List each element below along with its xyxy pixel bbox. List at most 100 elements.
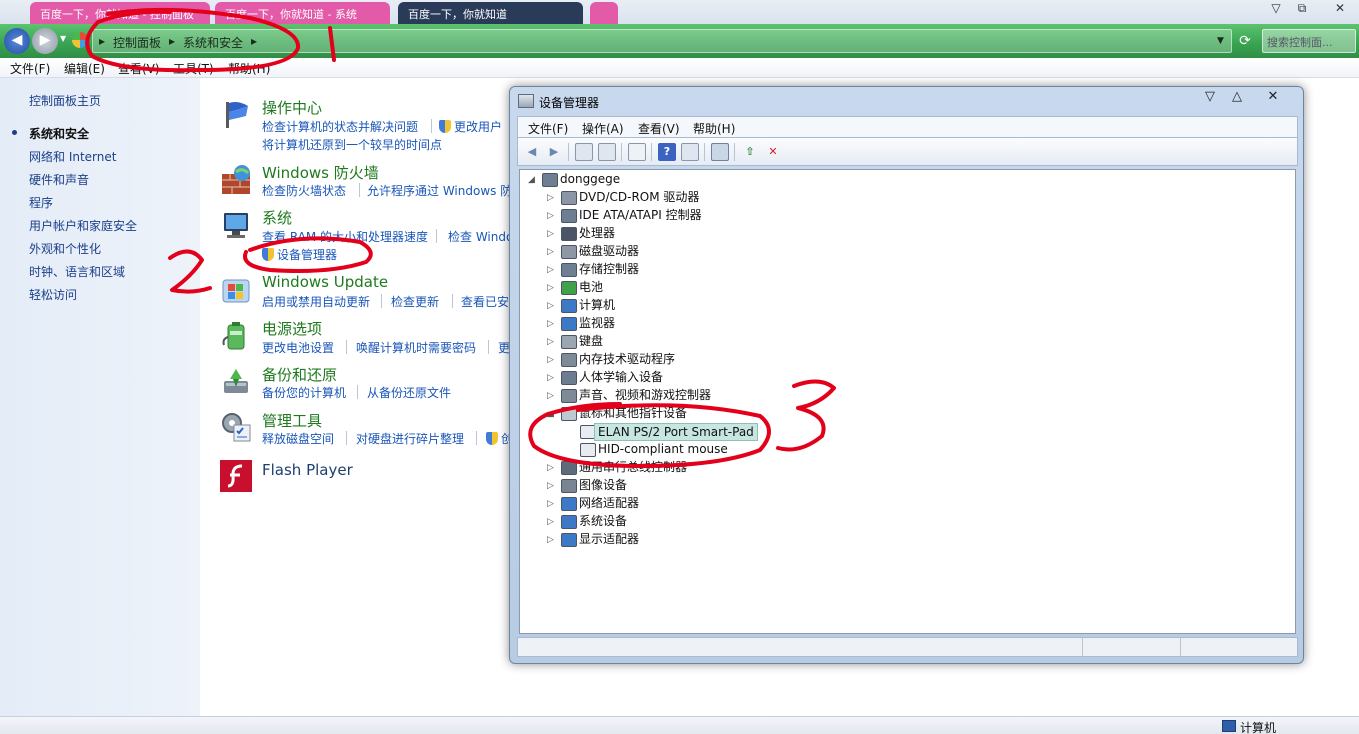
- tree-category[interactable]: 监视器: [579, 315, 615, 333]
- link-free-disk-space[interactable]: 释放磁盘空间: [262, 430, 334, 447]
- tree-root[interactable]: donggege: [560, 171, 620, 189]
- tree-expander-icon[interactable]: ▷: [547, 463, 554, 473]
- link-check-windows[interactable]: 检查 Windo: [448, 228, 513, 245]
- tree-category[interactable]: 磁盘驱动器: [579, 243, 639, 261]
- category-title-power-options[interactable]: 电源选项: [262, 318, 322, 339]
- properties-icon[interactable]: [628, 143, 646, 161]
- tree-expander-icon[interactable]: ▷: [547, 229, 554, 239]
- help-icon[interactable]: ?: [658, 143, 676, 161]
- sidebar-item-appearance[interactable]: 外观和个性化: [29, 240, 101, 257]
- category-title-flash-player[interactable]: Flash Player: [262, 461, 353, 479]
- browser-tab[interactable]: [590, 2, 618, 24]
- scan-hardware-icon[interactable]: [711, 143, 729, 161]
- show-hide-tree-icon[interactable]: [575, 143, 593, 161]
- minimize-button[interactable]: ▽: [1263, 0, 1289, 18]
- breadcrumb-system-security[interactable]: 系统和安全: [183, 34, 243, 51]
- link-view-installed[interactable]: 查看已安: [461, 293, 509, 310]
- tree-expander-icon[interactable]: ▷: [547, 391, 554, 401]
- link-check-firewall[interactable]: 检查防火墙状态: [262, 182, 346, 199]
- tree-expander-icon[interactable]: ▷: [547, 211, 554, 221]
- tree-expander-icon[interactable]: ▷: [547, 193, 554, 203]
- tree-category[interactable]: 鼠标和其他指针设备: [579, 405, 687, 423]
- dm-menu-file[interactable]: 文件(F): [528, 120, 568, 137]
- tree-expander-icon[interactable]: ▷: [547, 283, 554, 293]
- menu-edit[interactable]: 编辑(E): [64, 60, 105, 77]
- link-check-status[interactable]: 检查计算机的状态并解决问题: [262, 118, 418, 135]
- close-button[interactable]: ✕: [1327, 0, 1353, 18]
- menu-view[interactable]: 查看(V): [118, 60, 160, 77]
- forward-button[interactable]: ▶: [32, 28, 58, 54]
- tree-expander-icon[interactable]: ▷: [547, 373, 554, 383]
- category-title-windows-update[interactable]: Windows Update: [262, 273, 388, 291]
- link-wake-password[interactable]: 唤醒计算机时需要密码: [356, 339, 476, 356]
- view-icon[interactable]: [681, 143, 699, 161]
- sidebar-item-clock-region[interactable]: 时钟、语言和区域: [29, 263, 125, 280]
- tree-expander-icon[interactable]: ▷: [547, 499, 554, 509]
- breadcrumb-control-panel[interactable]: 控制面板: [113, 34, 161, 51]
- category-title-backup-restore[interactable]: 备份和还原: [262, 364, 337, 385]
- address-dropdown-icon[interactable]: ▼: [1217, 36, 1224, 46]
- refresh-icon[interactable]: ⟳: [1236, 32, 1254, 50]
- link-restore-point[interactable]: 将计算机还原到一个较早的时间点: [262, 136, 442, 153]
- tree-category[interactable]: 显示适配器: [579, 531, 639, 549]
- tree-category[interactable]: 键盘: [579, 333, 603, 351]
- link-backup-computer[interactable]: 备份您的计算机: [262, 384, 346, 401]
- dm-minimize-button[interactable]: ▽: [1197, 89, 1223, 107]
- menu-tools[interactable]: 工具(T): [173, 60, 214, 77]
- recent-pages-dropdown[interactable]: ▼: [60, 34, 66, 43]
- category-title-firewall[interactable]: Windows 防火墙: [262, 162, 379, 183]
- update-driver-icon[interactable]: ⇧: [741, 143, 759, 161]
- tree-expander-icon[interactable]: ▷: [547, 337, 554, 347]
- restore-button[interactable]: ⧉: [1289, 0, 1315, 18]
- sidebar-item-home[interactable]: 控制面板主页: [29, 92, 101, 109]
- browser-tab[interactable]: 百度一下，你就知道: [398, 2, 583, 24]
- properties-list-icon[interactable]: [598, 143, 616, 161]
- link-battery-settings[interactable]: 更改电池设置: [262, 339, 334, 356]
- tree-category[interactable]: 处理器: [579, 225, 615, 243]
- tree-category[interactable]: 图像设备: [579, 477, 627, 495]
- back-button[interactable]: ◀: [4, 28, 30, 54]
- tree-expander-icon[interactable]: ▷: [547, 535, 554, 545]
- sidebar-item-network[interactable]: 网络和 Internet: [29, 148, 116, 165]
- sidebar-item-system-security[interactable]: 系统和安全: [29, 125, 89, 142]
- category-title-system[interactable]: 系统: [262, 207, 292, 228]
- tree-expander-icon[interactable]: ◢: [528, 175, 535, 185]
- link-allow-program[interactable]: 允许程序通过 Windows 防: [367, 182, 512, 199]
- tree-category[interactable]: 网络适配器: [579, 495, 639, 513]
- tree-expander-icon[interactable]: ▷: [547, 319, 554, 329]
- link-check-updates[interactable]: 检查更新: [391, 293, 439, 310]
- link-auto-update[interactable]: 启用或禁用自动更新: [262, 293, 370, 310]
- tree-category[interactable]: 系统设备: [579, 513, 627, 531]
- menu-help[interactable]: 帮助(H): [228, 60, 270, 77]
- tree-device[interactable]: HID-compliant mouse: [598, 441, 728, 459]
- tree-expander-icon[interactable]: ▷: [547, 247, 554, 257]
- sidebar-item-ease-of-access[interactable]: 轻松访问: [29, 286, 77, 303]
- sidebar-item-hardware[interactable]: 硬件和声音: [29, 171, 89, 188]
- category-title-action-center[interactable]: 操作中心: [262, 97, 322, 118]
- tree-expander-icon[interactable]: ▷: [547, 355, 554, 365]
- link-change-user[interactable]: 更改用户: [439, 118, 502, 135]
- tree-category[interactable]: 人体学输入设备: [579, 369, 663, 387]
- tree-category[interactable]: DVD/CD-ROM 驱动器: [579, 189, 699, 207]
- dm-menu-view[interactable]: 查看(V): [638, 120, 680, 137]
- category-title-admin-tools[interactable]: 管理工具: [262, 410, 322, 431]
- tree-expander-icon[interactable]: ◢: [547, 409, 554, 419]
- tree-category[interactable]: 存储控制器: [579, 261, 639, 279]
- sidebar-item-user-accounts[interactable]: 用户帐户和家庭安全: [29, 217, 137, 234]
- dm-maximize-button[interactable]: △: [1224, 89, 1250, 107]
- search-input[interactable]: 搜索控制面...: [1262, 29, 1356, 53]
- tree-category[interactable]: 计算机: [579, 297, 615, 315]
- back-arrow-icon[interactable]: ◀: [523, 143, 541, 161]
- address-bar[interactable]: ▸ 控制面板 ▸ 系统和安全 ▸ ▼: [92, 29, 1232, 53]
- forward-arrow-icon[interactable]: ▶: [545, 143, 563, 161]
- dm-menu-help[interactable]: 帮助(H): [693, 120, 735, 137]
- tree-category[interactable]: 通用串行总线控制器: [579, 459, 687, 477]
- tree-expander-icon[interactable]: ▷: [547, 301, 554, 311]
- browser-tab[interactable]: 百度一下，你就知道 - 控制面板: [30, 2, 210, 24]
- uninstall-icon[interactable]: ✕: [764, 143, 782, 161]
- tree-category[interactable]: 内存技术驱动程序: [579, 351, 675, 369]
- device-tree[interactable]: ◢ donggege ▷ DVD/CD-ROM 驱动器 ▷ IDE ATA/ATAPI 控…: [519, 169, 1296, 634]
- link-device-manager[interactable]: 设备管理器: [262, 246, 337, 263]
- tree-expander-icon[interactable]: ▷: [547, 265, 554, 275]
- browser-tab[interactable]: 百度一下，你就知道 - 系统: [215, 2, 390, 24]
